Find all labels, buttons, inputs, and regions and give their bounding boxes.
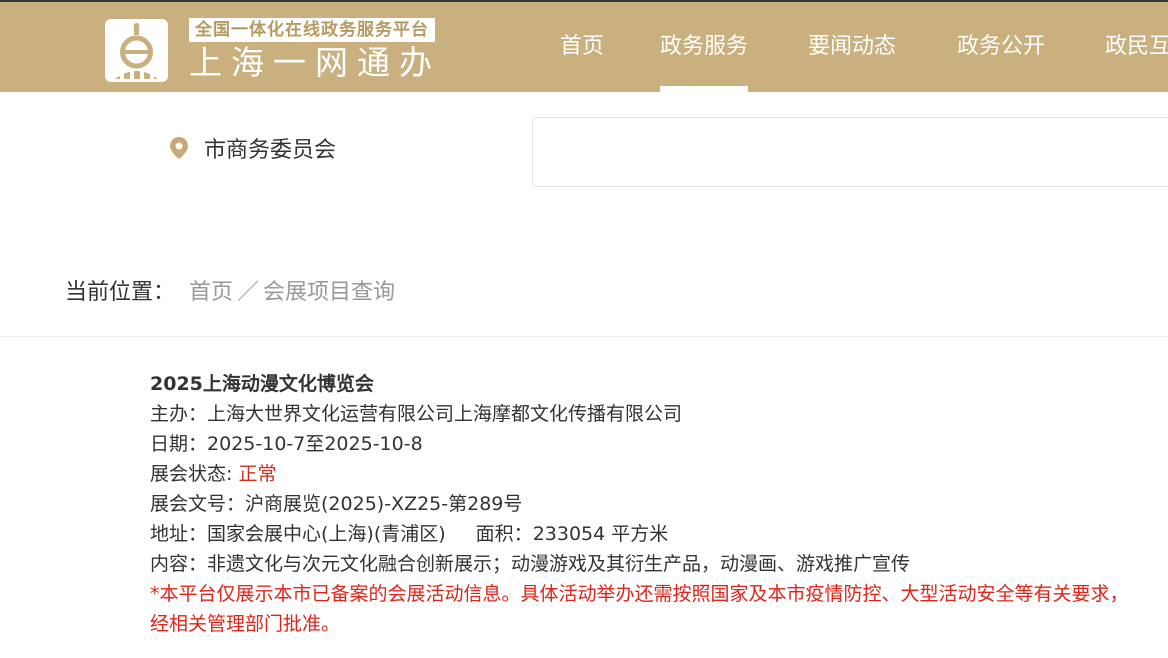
- nav-interaction[interactable]: 政民互动: [1105, 2, 1168, 92]
- area-label: 面积：: [475, 523, 533, 545]
- date-value: 2025-10-7至2025-10-8: [207, 433, 423, 455]
- status-value: 正常: [238, 463, 277, 485]
- doc-value: 沪商展览(2025)-XZ25-第289号: [245, 493, 523, 515]
- breadcrumb-label: 当前位置：: [65, 280, 176, 305]
- organizer-label: 主办：: [150, 403, 208, 425]
- address-row: 地址：国家会展中心(上海)(青浦区) 面积：233054 平方米: [150, 519, 1130, 549]
- top-header: 全国一体化在线政务服务平台 上海一网通办 首页 政务服务 要闻动态 政务公开 政…: [0, 0, 1168, 92]
- location-label: 市商务委员会: [204, 138, 337, 163]
- doc-label: 展会文号：: [150, 493, 246, 515]
- breadcrumb-separator: ／: [237, 280, 260, 305]
- content-row: 内容：非遗文化与次元文化融合创新展示；动漫游戏及其衍生产品，动漫画、游戏推广宣传: [150, 549, 1130, 579]
- platform-tag: 全国一体化在线政务服务平台: [189, 18, 435, 42]
- breadcrumb-current: 会展项目查询: [263, 280, 396, 305]
- content-label: 内容：: [150, 553, 208, 575]
- status-row: 展会状态: 正常: [150, 459, 1130, 489]
- nav-news[interactable]: 要闻动态: [808, 2, 896, 92]
- nav-gov-open[interactable]: 政务公开: [957, 2, 1045, 92]
- search-input[interactable]: [532, 117, 1168, 187]
- area-value: 233054 平方米: [532, 523, 669, 545]
- section-divider: [0, 336, 1168, 337]
- exhibition-title: 2025上海动漫文化博览会: [150, 373, 374, 395]
- location-selector[interactable]: 市商务委员会: [170, 132, 336, 164]
- doc-row: 展会文号：沪商展览(2025)-XZ25-第289号: [150, 489, 1130, 519]
- site-logo[interactable]: [105, 19, 168, 82]
- notice-text: *本平台仅展示本市已备案的会展活动信息。具体活动举办还需按照国家及本市疫情防控、…: [150, 583, 1129, 635]
- nav-gov-services[interactable]: 政务服务: [660, 2, 749, 92]
- site-name: 上海一网通办: [189, 43, 441, 82]
- breadcrumb-home-link[interactable]: 首页: [189, 280, 233, 305]
- date-label: 日期：: [150, 433, 208, 455]
- organizer-value: 上海大世界文化运营有限公司上海摩都文化传播有限公司: [207, 403, 683, 425]
- breadcrumb: 当前位置： 首页／会展项目查询: [65, 274, 395, 306]
- address-label: 地址：: [150, 523, 208, 545]
- address-value: 国家会展中心(上海)(青浦区): [207, 523, 446, 545]
- logo-text: 全国一体化在线政务服务平台 上海一网通办: [189, 18, 441, 82]
- map-pin-icon: [170, 137, 188, 159]
- exhibition-detail: 2025上海动漫文化博览会 主办：上海大世界文化运营有限公司上海摩都文化传播有限…: [150, 369, 1130, 639]
- shanghai-e-logo-icon: [115, 23, 158, 79]
- date-row: 日期：2025-10-7至2025-10-8: [150, 429, 1130, 459]
- status-label: 展会状态:: [150, 463, 239, 485]
- organizer-row: 主办：上海大世界文化运营有限公司上海摩都文化传播有限公司: [150, 399, 1130, 429]
- nav-home[interactable]: 首页: [560, 2, 604, 92]
- content-value: 非遗文化与次元文化融合创新展示；动漫游戏及其衍生产品，动漫画、游戏推广宣传: [207, 553, 911, 575]
